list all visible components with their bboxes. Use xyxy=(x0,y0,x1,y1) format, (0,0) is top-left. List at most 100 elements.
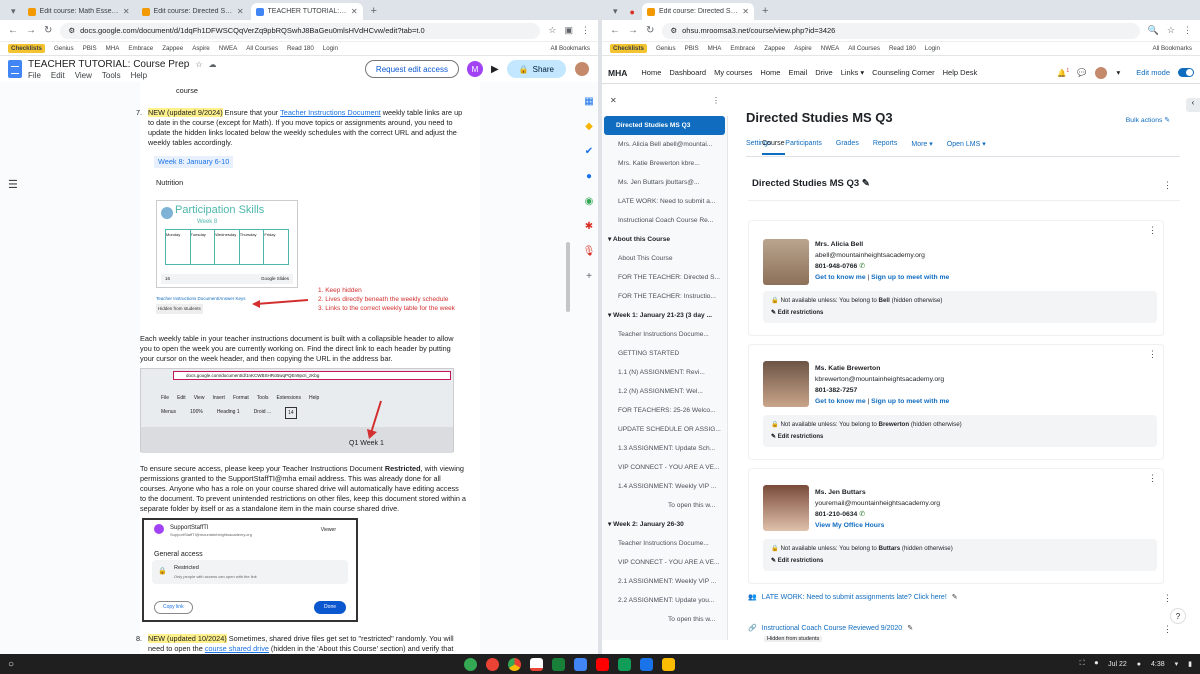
bookmark-aspire[interactable]: Aspire xyxy=(192,45,210,52)
stop-record-icon[interactable]: ⏺ xyxy=(1095,660,1099,668)
bookmark-all-courses[interactable]: All Courses xyxy=(246,45,278,52)
meet-icon[interactable]: ▶ xyxy=(491,64,499,75)
files-icon[interactable] xyxy=(640,657,654,671)
activity-kebab-icon[interactable]: ⋮ xyxy=(1148,473,1157,484)
menu-view[interactable]: View xyxy=(75,71,92,80)
battery-icon[interactable]: ▮ xyxy=(1188,660,1192,668)
index-item[interactable]: Teacher Instructions Docume... xyxy=(602,534,727,553)
tab-reports[interactable]: Reports xyxy=(873,140,898,148)
contacts-icon[interactable]: ● xyxy=(586,171,592,182)
drawer-toggle-chevron-icon[interactable]: ‹ xyxy=(1186,98,1200,112)
get-to-know-link[interactable]: Get to know me xyxy=(815,274,866,281)
request-edit-button[interactable]: Request edit access xyxy=(364,60,459,78)
bookmark-read180[interactable]: Read 180 xyxy=(287,45,314,52)
get-to-know-link[interactable]: Get to know me xyxy=(815,398,866,405)
index-item[interactable]: GETTING STARTED xyxy=(602,344,727,363)
index-item[interactable]: Ms. Jen Buttars jbuttars@... xyxy=(602,173,727,192)
back-icon[interactable]: ← xyxy=(610,25,620,36)
account-avatar[interactable] xyxy=(574,61,590,77)
screenshot-icon[interactable]: ⛶ xyxy=(1080,660,1085,668)
bookmark-nwea[interactable]: NWEA xyxy=(219,45,238,52)
nav-my-courses[interactable]: My courses xyxy=(714,68,752,77)
teacher-instructions-link[interactable]: Teacher Instructions Document xyxy=(280,108,381,117)
phone-app-icon[interactable] xyxy=(464,657,478,671)
signup-link[interactable]: Sign up to meet with me xyxy=(871,398,949,405)
outline-icon[interactable]: ☰ xyxy=(8,178,18,191)
move-icon[interactable]: ☆ xyxy=(195,60,202,69)
site-info-icon[interactable]: ⚙ xyxy=(670,26,677,35)
nav-drive[interactable]: Drive xyxy=(815,68,833,77)
index-item[interactable]: 1.2 (N) ASSIGNMENT: Wel... xyxy=(602,382,727,401)
calendar-icon[interactable]: ▦ xyxy=(584,96,593,107)
index-kebab-icon[interactable]: ⋮ xyxy=(712,96,720,105)
user-avatar[interactable] xyxy=(1094,65,1109,80)
new-tab-icon[interactable]: + xyxy=(365,5,383,20)
bookmark-zappee[interactable]: Zappee xyxy=(764,45,785,52)
keep-app-icon[interactable] xyxy=(662,657,676,671)
star-icon[interactable]: ☆ xyxy=(1167,25,1175,36)
index-item[interactable]: FOR TEACHERS: 25-26 Welco... xyxy=(602,401,727,420)
keep-icon[interactable]: ◆ xyxy=(585,121,593,132)
nav-home[interactable]: Home xyxy=(641,68,661,77)
index-item[interactable]: About This Course xyxy=(602,249,727,268)
tab-directed-studies[interactable]: Edit course: Directed Studies M✕ xyxy=(641,3,754,20)
user-tray-icon[interactable]: ● xyxy=(1137,661,1141,668)
index-section-week2[interactable]: ▾ Week 2: January 26-30 xyxy=(602,515,727,534)
bookmark-genius[interactable]: Genius xyxy=(54,45,74,52)
signup-link[interactable]: Sign up to meet with me xyxy=(871,274,949,281)
section-kebab-icon[interactable]: ⋮ xyxy=(1163,180,1172,191)
close-icon[interactable]: ✕ xyxy=(351,7,358,16)
index-item[interactable]: Instructional Coach Course Re... xyxy=(602,211,727,230)
course-shared-drive-link[interactable]: course shared drive xyxy=(205,644,269,653)
addon-icon[interactable]: ✱ xyxy=(585,221,593,232)
index-item[interactable]: To open this w... xyxy=(602,496,727,515)
close-icon[interactable]: ✕ xyxy=(123,7,130,16)
index-item[interactable]: UPDATE SCHEDULE OR ASSIG... xyxy=(602,420,727,439)
forward-icon[interactable]: → xyxy=(26,25,36,36)
reload-icon[interactable]: ↻ xyxy=(646,25,654,36)
index-item[interactable]: 1.4 ASSIGNMENT: Weekly VIP ... xyxy=(602,477,727,496)
user-avatar-m[interactable]: M xyxy=(466,61,483,77)
tab-open-lms[interactable]: Open LMS ▾ xyxy=(947,140,986,148)
menu-icon[interactable]: ⋮ xyxy=(581,25,590,36)
nav-counseling[interactable]: Counseling Corner xyxy=(872,68,935,77)
extensions-icon[interactable]: ▣ xyxy=(564,25,573,36)
bulk-actions-link[interactable]: Bulk actions ✎ xyxy=(1126,116,1170,124)
bookmark-login[interactable]: Login xyxy=(323,45,338,52)
menu-help[interactable]: Help xyxy=(131,71,147,80)
nav-dashboard[interactable]: Dashboard xyxy=(669,68,706,77)
launcher-icon[interactable]: ○ xyxy=(8,659,14,670)
site-brand[interactable]: MHA xyxy=(608,68,627,78)
index-item[interactable]: FOR THE TEACHER: Instructio... xyxy=(602,287,727,306)
user-menu-chevron-icon[interactable]: ▾ xyxy=(1116,68,1120,77)
all-bookmarks[interactable]: All Bookmarks xyxy=(550,45,590,52)
index-item[interactable]: 1.3 ASSIGNMENT: Update Sch... xyxy=(602,439,727,458)
back-icon[interactable]: ← xyxy=(8,25,18,36)
late-work-activity[interactable]: 👥 LATE WORK: Need to submit assignments l… xyxy=(748,593,958,602)
tab-more[interactable]: More ▾ xyxy=(911,140,932,148)
tab-directed-studies[interactable]: Edit course: Directed Studies M✕ xyxy=(137,3,249,20)
bookmark-pbis[interactable]: PBIS xyxy=(685,45,699,52)
share-button[interactable]: 🔒 Share xyxy=(506,60,566,78)
new-tab-icon[interactable]: + xyxy=(756,5,774,20)
index-item[interactable]: 1.1 (N) ASSIGNMENT: Revi... xyxy=(602,363,727,382)
index-section-about[interactable]: ▾ About this Course xyxy=(602,230,727,249)
bell-icon[interactable]: 🔔1 xyxy=(1057,68,1069,78)
nav-email[interactable]: Email xyxy=(788,68,807,77)
index-item[interactable]: To open this w... xyxy=(602,610,727,629)
star-icon[interactable]: ☆ xyxy=(548,25,556,36)
help-button[interactable]: ? xyxy=(1170,608,1186,624)
coach-activity[interactable]: 🔗 Instructional Coach Course Reviewed 9/2… xyxy=(748,624,913,633)
tab-course[interactable]: Course xyxy=(762,140,785,155)
activity-kebab-icon[interactable]: ⋮ xyxy=(1148,349,1157,360)
edit-restrictions-link[interactable]: ✎ Edit restrictions xyxy=(771,307,1149,319)
bookmark-nwea[interactable]: NWEA xyxy=(821,45,840,52)
index-section-week1[interactable]: ▾ Week 1: January 21-23 (3 day ... xyxy=(602,306,727,325)
menu-file[interactable]: File xyxy=(28,71,41,80)
bookmark-pbis[interactable]: PBIS xyxy=(83,45,97,52)
activity-kebab-icon[interactable]: ⋮ xyxy=(1163,624,1172,635)
index-item[interactable]: VIP CONNECT - YOU ARE A VE... xyxy=(602,553,727,572)
menu-tools[interactable]: Tools xyxy=(102,71,121,80)
bookmark-zappee[interactable]: Zappee xyxy=(162,45,183,52)
index-item[interactable]: VIP CONNECT - YOU ARE A VE... xyxy=(602,458,727,477)
